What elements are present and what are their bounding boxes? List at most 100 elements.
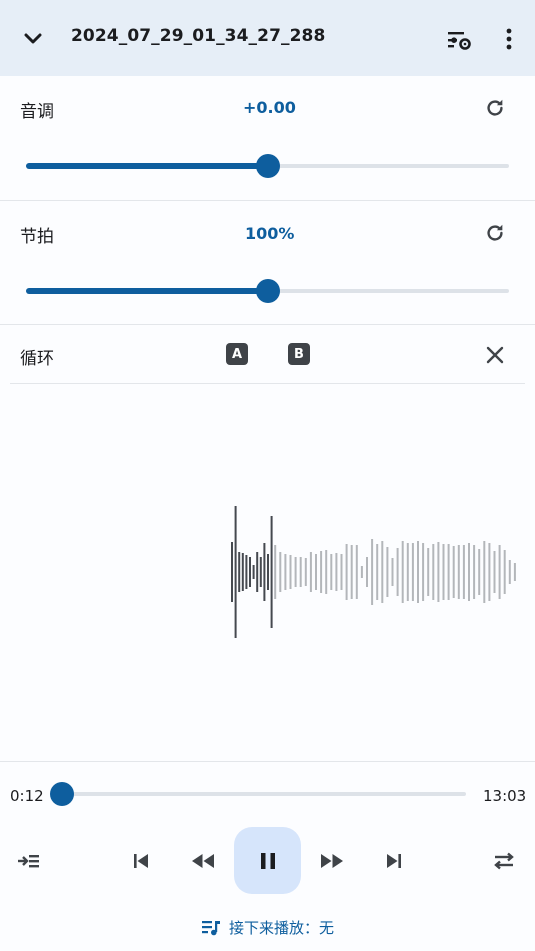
waveform-bar [468,543,470,601]
waveform-bar [411,543,414,601]
waveform-bar [478,549,481,595]
waveform-bar [417,541,419,603]
divider [0,761,535,762]
waveform-bar [234,506,237,638]
waveform-bar [447,544,450,600]
waveform-bar [391,558,394,586]
more-vert-icon[interactable] [500,26,518,52]
waveform-bar [473,545,476,599]
waveform-bar [289,555,292,589]
waveform-bar [401,541,404,603]
chevron-down-icon[interactable] [20,26,46,52]
waveform-bar [442,544,445,600]
close-icon[interactable] [482,342,508,368]
waveform-bar [294,557,297,587]
waveform-bar [406,543,409,601]
waveform-bar [335,553,338,591]
divider [0,200,535,201]
waveform-bar [488,543,491,601]
pitch-slider-fill [26,163,268,169]
waveform-bar [483,541,486,603]
seek-bar-track [56,792,466,796]
tempo-label: 节拍 [20,227,54,247]
waveform-bar [325,550,328,594]
waveform-bar [381,541,384,603]
tempo-value: 100% [245,224,295,243]
waveform-bar [304,558,307,586]
waveform-bar [355,545,358,599]
total-time: 13:03 [483,787,527,805]
pitch-slider-thumb[interactable] [255,154,280,178]
waveform-bar [241,553,244,591]
waveform-bar [238,552,241,592]
waveform-bar [503,550,506,594]
waveform-bar [256,552,259,592]
waveform-bar [279,552,282,592]
waveform-bar [350,545,353,599]
skip-next-icon[interactable] [381,848,407,874]
waveform-bar [345,544,348,600]
top-app-bar: 2024_07_29_01_34_27_288 [0,0,535,76]
page-title: 2024_07_29_01_34_27_288 [71,26,326,46]
tempo-slider[interactable] [26,275,509,307]
waveform-bar [340,554,343,590]
tempo-slider-fill [26,288,268,294]
waveform-bar [432,544,435,600]
waveform-bar [462,545,465,599]
fast-forward-icon[interactable] [317,848,347,874]
waveform-bar [396,548,399,596]
waveform-bar [330,554,333,590]
seek-bar[interactable] [50,778,466,810]
waveform-bar [309,552,312,592]
waveform-bar [315,554,317,590]
skip-previous-icon[interactable] [128,848,154,874]
waveform-bar [513,563,516,581]
waveform-bar [259,557,262,587]
up-next[interactable]: 接下来播放：无 [0,917,535,938]
waveform-bar [422,543,425,601]
pitch-value: +0.00 [243,98,296,117]
waveform-bar [231,542,233,602]
playlist-add-icon[interactable] [14,848,42,874]
waveform-bar [299,557,302,587]
waveform-bar [386,547,389,597]
up-next-text: 接下来播放：无 [228,919,334,937]
waveform-bar [366,557,368,587]
pitch-slider[interactable] [26,150,509,182]
loop-label: 循环 [20,349,54,369]
waveform-bar [274,545,277,599]
waveform[interactable] [0,384,535,760]
waveform-bar [457,545,460,599]
waveform-bar [320,551,323,593]
repeat-icon[interactable] [490,848,518,874]
waveform-bar [493,551,496,593]
divider [0,324,535,325]
reset-pitch-icon[interactable] [482,95,508,121]
waveform-bar [284,554,287,590]
waveform-bar [249,557,251,587]
pause-icon [260,852,275,869]
waveform-bar [263,543,266,601]
waveform-bar [371,539,374,605]
waveform-bar [252,565,255,579]
waveform-bar [360,566,363,578]
loop-b-button[interactable]: B [288,343,310,365]
waveform-bar [267,554,269,590]
seek-bar-thumb[interactable] [50,782,75,806]
reset-tempo-icon[interactable] [482,220,508,246]
pitch-label: 音调 [20,102,54,122]
rewind-icon[interactable] [188,848,218,874]
queue-music-icon [201,920,220,935]
waveform-bar [452,546,455,598]
tune-settings-icon[interactable] [445,26,473,52]
waveform-bar [427,548,430,596]
waveform-bar [376,544,379,600]
waveform-bar [245,555,248,589]
waveform-bar [437,542,440,602]
pause-button[interactable] [234,827,301,894]
loop-a-button[interactable]: A [226,343,248,365]
waveform-bar [498,545,501,599]
current-time: 0:12 [10,787,44,805]
waveform-bar [508,560,511,584]
tempo-slider-thumb[interactable] [255,279,280,303]
